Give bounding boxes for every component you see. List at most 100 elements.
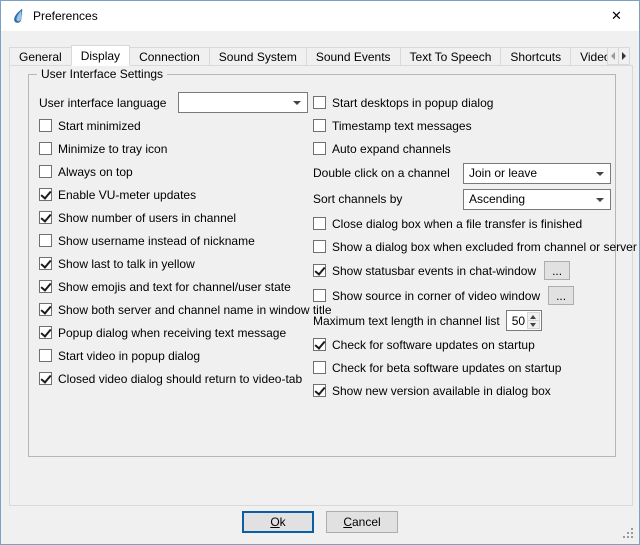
option-label: Show source in corner of video window [332, 289, 540, 303]
chevron-down-icon [293, 101, 301, 105]
option-popup-text-message[interactable]: Popup dialog when receiving text message [39, 321, 309, 344]
tab-sound-events[interactable]: Sound Events [306, 47, 401, 66]
max-text-length-spinner[interactable]: 50 [506, 310, 542, 331]
option-video-popup[interactable]: Start video in popup dialog [39, 344, 309, 367]
minimize-to-tray-checkbox[interactable] [39, 142, 52, 155]
close-transfer-dialog-checkbox[interactable] [313, 217, 326, 230]
option-show-emojis[interactable]: Show emojis and text for channel/user st… [39, 275, 309, 298]
option-auto-expand[interactable]: Auto expand channels [313, 137, 613, 160]
statusbar-events-more-button[interactable]: ... [544, 261, 570, 280]
option-statusbar-events[interactable]: Show statusbar events in chat-window ... [313, 258, 613, 283]
show-user-count-checkbox[interactable] [39, 211, 52, 224]
max-text-length-value: 50 [512, 314, 525, 328]
option-check-updates[interactable]: Check for software updates on startup [313, 333, 613, 356]
last-to-talk-checkbox[interactable] [39, 257, 52, 270]
start-minimized-checkbox[interactable] [39, 119, 52, 132]
tab-display[interactable]: Display [71, 45, 130, 66]
tab-general[interactable]: General [9, 47, 72, 66]
language-row: User interface language [39, 91, 309, 114]
option-label: Start video in popup dialog [58, 349, 200, 363]
option-label: Show a dialog box when excluded from cha… [332, 240, 637, 254]
new-version-dialog-checkbox[interactable] [313, 384, 326, 397]
check-updates-checkbox[interactable] [313, 338, 326, 351]
right-column: Start desktops in popup dialog Timestamp… [313, 91, 613, 402]
ok-button[interactable]: Ok [242, 511, 314, 533]
option-video-source-corner[interactable]: Show source in corner of video window ..… [313, 283, 613, 308]
sort-channels-combobox[interactable]: Ascending [463, 189, 611, 210]
option-minimize-to-tray[interactable]: Minimize to tray icon [39, 137, 309, 160]
tab-sound-system[interactable]: Sound System [209, 47, 307, 66]
option-label: Check for software updates on startup [332, 338, 535, 352]
auto-expand-checkbox[interactable] [313, 142, 326, 155]
option-label: Show emojis and text for channel/user st… [58, 280, 291, 294]
option-timestamp-messages[interactable]: Timestamp text messages [313, 114, 613, 137]
option-label: Auto expand channels [332, 142, 451, 156]
max-text-length-label: Maximum text length in channel list [313, 314, 500, 328]
option-desktops-popup[interactable]: Start desktops in popup dialog [313, 91, 613, 114]
up-arrow-icon [530, 315, 536, 319]
option-show-username[interactable]: Show username instead of nickname [39, 229, 309, 252]
app-icon [10, 8, 26, 24]
left-arrow-icon [611, 52, 615, 60]
option-start-minimized[interactable]: Start minimized [39, 114, 309, 137]
tab-scroll-right-button[interactable] [618, 47, 630, 65]
max-text-length-row: Maximum text length in channel list 50 [313, 308, 613, 333]
option-label: Minimize to tray icon [58, 142, 167, 156]
video-return-tab-checkbox[interactable] [39, 372, 52, 385]
vu-meter-checkbox[interactable] [39, 188, 52, 201]
cancel-button[interactable]: Cancel [326, 511, 398, 533]
chevron-down-icon [596, 172, 604, 176]
tab-scroller [607, 47, 630, 65]
close-button[interactable]: ✕ [594, 1, 639, 30]
option-window-title[interactable]: Show both server and channel name in win… [39, 298, 309, 321]
sort-channels-value: Ascending [469, 192, 525, 206]
double-click-row: Double click on a channel Join or leave [313, 160, 613, 186]
sort-channels-row: Sort channels by Ascending [313, 186, 613, 212]
option-new-version-dialog[interactable]: Show new version available in dialog box [313, 379, 613, 402]
show-username-checkbox[interactable] [39, 234, 52, 247]
video-source-corner-checkbox[interactable] [313, 289, 326, 302]
option-label: Timestamp text messages [332, 119, 472, 133]
video-popup-checkbox[interactable] [39, 349, 52, 362]
display-tab-panel: User Interface Settings User interface l… [9, 65, 633, 506]
option-label: Closed video dialog should return to vid… [58, 372, 302, 386]
option-excluded-dialog[interactable]: Show a dialog box when excluded from cha… [313, 235, 613, 258]
tab-text-to-speech[interactable]: Text To Speech [400, 47, 502, 66]
option-label: Show last to talk in yellow [58, 257, 195, 271]
title-bar: Preferences ✕ [1, 1, 639, 31]
spin-down-button[interactable] [527, 320, 540, 329]
always-on-top-checkbox[interactable] [39, 165, 52, 178]
option-show-user-count[interactable]: Show number of users in channel [39, 206, 309, 229]
double-click-combobox[interactable]: Join or leave [463, 163, 611, 184]
desktops-popup-checkbox[interactable] [313, 96, 326, 109]
option-always-on-top[interactable]: Always on top [39, 160, 309, 183]
option-label: Close dialog box when a file transfer is… [332, 217, 582, 231]
timestamp-messages-checkbox[interactable] [313, 119, 326, 132]
resize-grip[interactable] [623, 528, 635, 540]
option-last-to-talk[interactable]: Show last to talk in yellow [39, 252, 309, 275]
down-arrow-icon [530, 323, 536, 327]
window-title-checkbox[interactable] [39, 303, 52, 316]
show-emojis-checkbox[interactable] [39, 280, 52, 293]
statusbar-events-checkbox[interactable] [313, 264, 326, 277]
option-label: Show number of users in channel [58, 211, 236, 225]
option-close-transfer-dialog[interactable]: Close dialog box when a file transfer is… [313, 212, 613, 235]
tab-connection[interactable]: Connection [129, 47, 210, 66]
excluded-dialog-checkbox[interactable] [313, 240, 326, 253]
option-check-beta-updates[interactable]: Check for beta software updates on start… [313, 356, 613, 379]
popup-text-message-checkbox[interactable] [39, 326, 52, 339]
double-click-value: Join or leave [469, 166, 537, 180]
video-source-more-button[interactable]: ... [548, 286, 574, 305]
check-beta-updates-checkbox[interactable] [313, 361, 326, 374]
chevron-down-icon [596, 198, 604, 202]
double-click-label: Double click on a channel [313, 166, 463, 180]
option-vu-meter[interactable]: Enable VU-meter updates [39, 183, 309, 206]
option-label: Start minimized [58, 119, 141, 133]
language-combobox[interactable] [178, 92, 308, 113]
window-title: Preferences [33, 9, 98, 23]
dialog-buttons: Ok Cancel [1, 511, 639, 533]
option-video-return-tab[interactable]: Closed video dialog should return to vid… [39, 367, 309, 390]
cancel-button-label: Cancel [327, 515, 397, 529]
option-label: Enable VU-meter updates [58, 188, 196, 202]
tab-shortcuts[interactable]: Shortcuts [500, 47, 571, 66]
